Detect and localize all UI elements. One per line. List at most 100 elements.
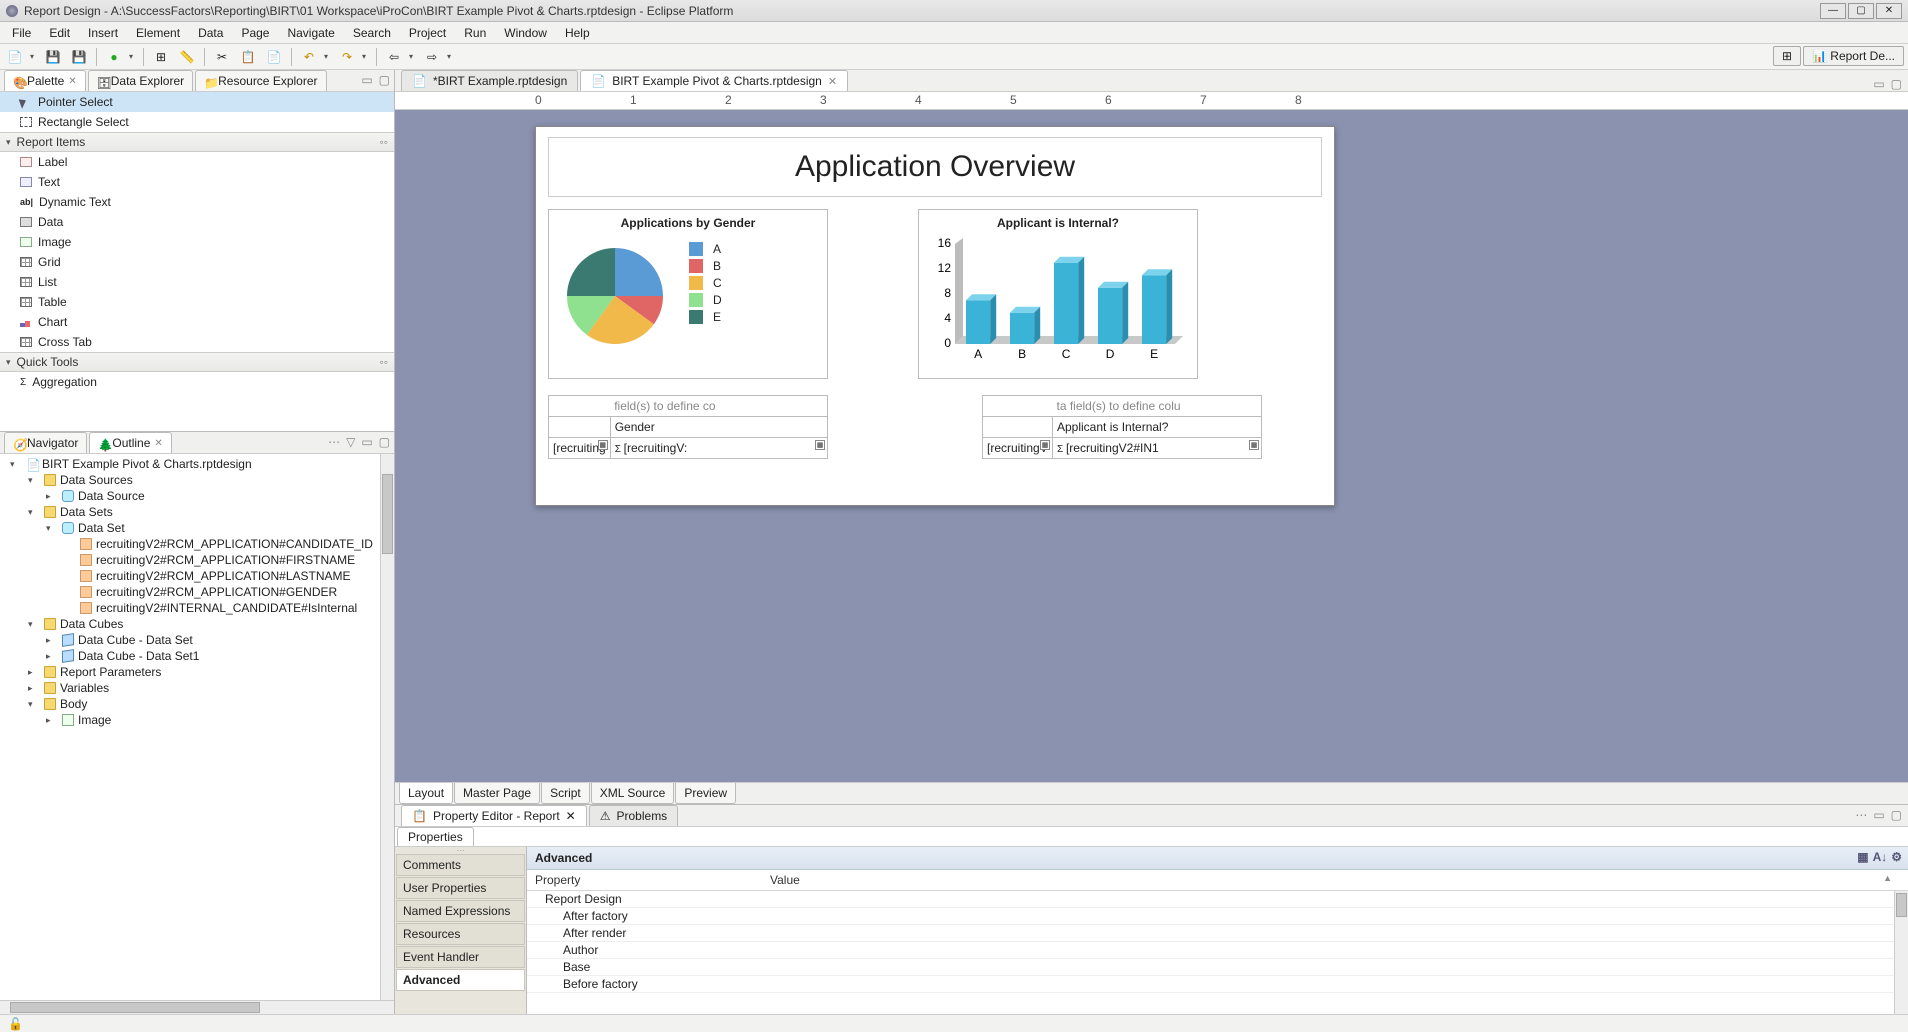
menu-navigate[interactable]: Navigate <box>279 24 342 42</box>
report-page[interactable]: Application Overview Applications by Gen… <box>535 126 1335 506</box>
tab-data-explorer[interactable]: 🗄Data Explorer <box>88 70 193 91</box>
tree-row[interactable]: ▸Image <box>0 712 394 728</box>
fx-icon[interactable]: ▦ <box>1249 440 1259 450</box>
fx-icon[interactable]: ▦ <box>1040 440 1050 450</box>
vertical-scrollbar[interactable] <box>1894 891 1908 1014</box>
tab-outline[interactable]: 🌲Outline✕ <box>89 432 171 453</box>
report-title-block[interactable]: Application Overview <box>548 137 1322 197</box>
tree-row[interactable]: ▸Data Cube - Data Set1 <box>0 648 394 664</box>
rectangle-select[interactable]: Rectangle Select <box>0 112 394 132</box>
crosstab-1[interactable]: field(s) to define co Gender [recruiting… <box>548 395 828 459</box>
new-dropdown-icon[interactable]: ▾ <box>30 52 38 61</box>
undo-dropdown-icon[interactable]: ▾ <box>324 52 332 61</box>
property-rows[interactable]: Report DesignAfter factoryAfter renderAu… <box>527 891 1908 1014</box>
palette-aggregation[interactable]: ΣAggregation <box>0 372 394 392</box>
palette-chart[interactable]: Chart <box>0 312 394 332</box>
tree-root[interactable]: ▾📄BIRT Example Pivot & Charts.rptdesign <box>0 456 394 472</box>
palette-data[interactable]: Data <box>0 212 394 232</box>
minimize-view-icon[interactable]: ▭ <box>361 73 372 87</box>
hide-default-icon[interactable]: ⚙ <box>1891 850 1902 864</box>
forward-dropdown-icon[interactable]: ▾ <box>447 52 455 61</box>
fx-icon[interactable]: ▦ <box>815 440 825 450</box>
palette-text[interactable]: Text <box>0 172 394 192</box>
bar-chart[interactable]: Applicant is Internal? 0481216ABCDE <box>918 209 1198 379</box>
menu-help[interactable]: Help <box>557 24 598 42</box>
sort-az-icon[interactable]: A↓ <box>1873 850 1888 864</box>
tree-row[interactable]: ▾Data Sets <box>0 504 394 520</box>
palette-table[interactable]: Table <box>0 292 394 312</box>
vertical-scrollbar[interactable] <box>380 454 394 1000</box>
twisty-icon[interactable]: ▸ <box>28 667 40 678</box>
editor-tab-1[interactable]: 📄*BIRT Example.rptdesign <box>401 70 578 91</box>
tab-property-editor[interactable]: 📋Property Editor - Report✕ <box>401 805 587 826</box>
minimize-view-icon[interactable]: ▭ <box>1873 77 1884 91</box>
outline-tree[interactable]: ▾📄BIRT Example Pivot & Charts.rptdesign … <box>0 454 394 1000</box>
palette-dynamic-text[interactable]: ab|Dynamic Text <box>0 192 394 212</box>
palette-image[interactable]: Image <box>0 232 394 252</box>
editor-tab-2[interactable]: 📄BIRT Example Pivot & Charts.rptdesign✕ <box>580 70 848 91</box>
tree-row[interactable]: recruitingV2#RCM_APPLICATION#FIRSTNAME <box>0 552 394 568</box>
editor-tab-script[interactable]: Script <box>541 783 590 804</box>
property-row[interactable]: After render <box>527 925 1908 942</box>
view-menu-icon[interactable]: ⋯ <box>1855 808 1867 822</box>
crosstab-2[interactable]: ta field(s) to define colu Applicant is … <box>982 395 1262 459</box>
minimize-button[interactable]: — <box>1820 3 1846 19</box>
category-advanced[interactable]: Advanced <box>396 969 525 991</box>
tree-row[interactable]: ▸Report Parameters <box>0 664 394 680</box>
twisty-icon[interactable]: ▾ <box>28 507 40 518</box>
subtab-properties[interactable]: Properties <box>397 827 474 846</box>
category-resources[interactable]: Resources <box>396 923 525 945</box>
run-button[interactable]: ● <box>103 47 125 67</box>
redo-button[interactable]: ↷ <box>336 47 358 67</box>
save-all-button[interactable]: 💾 <box>68 47 90 67</box>
tree-row[interactable]: ▾Body <box>0 696 394 712</box>
design-canvas[interactable]: Application Overview Applications by Gen… <box>395 110 1908 782</box>
maximize-view-icon[interactable]: ▢ <box>1891 77 1902 91</box>
category-event-handler[interactable]: Event Handler <box>396 946 525 968</box>
menu-file[interactable]: File <box>4 24 39 42</box>
menu-element[interactable]: Element <box>128 24 188 42</box>
palette-list[interactable]: List <box>0 272 394 292</box>
minimize-view-icon[interactable]: ▭ <box>361 435 372 449</box>
pointer-select[interactable]: Pointer Select <box>0 92 394 112</box>
property-row[interactable]: Author <box>527 942 1908 959</box>
tree-row[interactable]: recruitingV2#RCM_APPLICATION#LASTNAME <box>0 568 394 584</box>
twisty-icon[interactable]: ▸ <box>46 651 58 662</box>
twisty-icon[interactable]: ▸ <box>46 491 58 502</box>
save-button[interactable]: 💾 <box>42 47 64 67</box>
collapse-icon[interactable]: ▽ <box>346 435 355 449</box>
palette-label[interactable]: Label <box>0 152 394 172</box>
close-icon[interactable]: ✕ <box>828 75 837 88</box>
twisty-icon[interactable]: ▾ <box>28 475 40 486</box>
category-named-expressions[interactable]: Named Expressions <box>396 900 525 922</box>
tree-row[interactable]: recruitingV2#RCM_APPLICATION#GENDER <box>0 584 394 600</box>
tab-problems[interactable]: ⚠Problems <box>589 805 678 826</box>
scrollbar-thumb[interactable] <box>382 474 393 554</box>
minimize-view-icon[interactable]: ▭ <box>1873 808 1884 822</box>
twisty-icon[interactable]: ▾ <box>28 699 40 710</box>
perspective-report-design[interactable]: 📊 Report De... <box>1803 46 1904 66</box>
paste-button[interactable]: 📄 <box>263 47 285 67</box>
twisty-icon[interactable]: ▸ <box>46 715 58 726</box>
menu-edit[interactable]: Edit <box>41 24 78 42</box>
scrollbar-thumb[interactable] <box>10 1002 260 1013</box>
palette-crosstab[interactable]: Cross Tab <box>0 332 394 352</box>
palette-grid[interactable]: Grid <box>0 252 394 272</box>
maximize-button[interactable]: ▢ <box>1848 3 1874 19</box>
close-icon[interactable]: ✕ <box>154 438 162 449</box>
show-local-toggle-icon[interactable]: ▦ <box>1857 850 1868 864</box>
pie-chart[interactable]: Applications by Gender ABCDE <box>548 209 828 379</box>
editor-tab-preview[interactable]: Preview <box>675 783 736 804</box>
maximize-view-icon[interactable]: ▢ <box>379 435 390 449</box>
fx-icon[interactable]: ▦ <box>598 440 608 450</box>
tree-row[interactable]: ▸Data Source <box>0 488 394 504</box>
tree-row[interactable]: ▾Data Sources <box>0 472 394 488</box>
tree-row[interactable]: ▾Data Cubes <box>0 616 394 632</box>
twisty-icon[interactable]: ▾ <box>46 523 58 534</box>
toggle-ruler-button[interactable]: 📏 <box>176 47 198 67</box>
editor-tab-xml-source[interactable]: XML Source <box>591 783 675 804</box>
twisty-icon[interactable]: ▸ <box>28 683 40 694</box>
run-dropdown-icon[interactable]: ▾ <box>129 52 137 61</box>
toggle-breadcrumb-button[interactable]: ⊞ <box>150 47 172 67</box>
twisty-icon[interactable]: ▸ <box>46 635 58 646</box>
